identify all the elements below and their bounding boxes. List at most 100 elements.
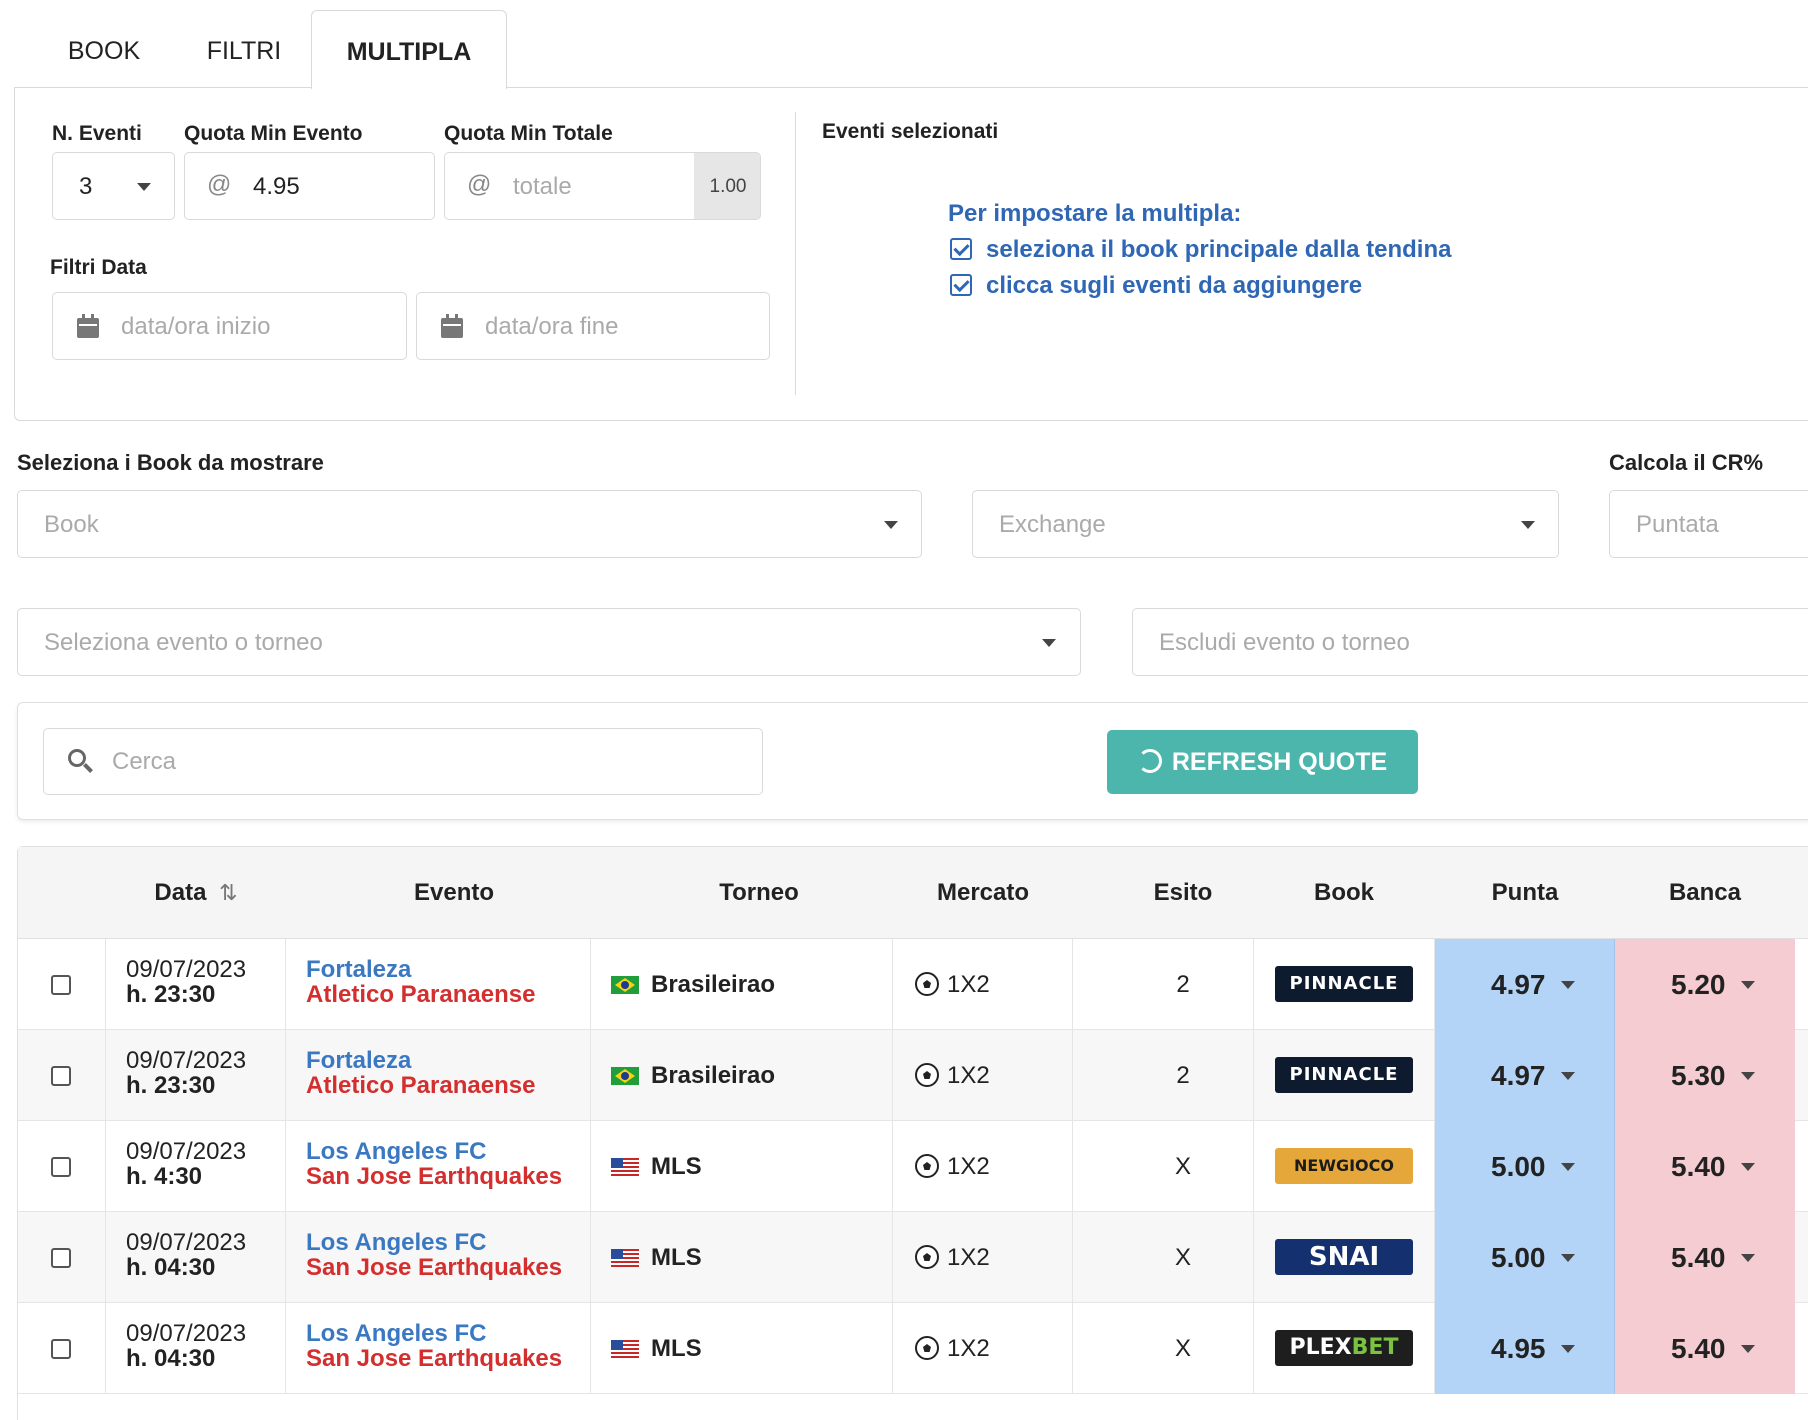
book-select[interactable]: Book <box>17 490 922 558</box>
table-row[interactable]: 09/07/2023 h. 23:30 Fortaleza Atletico Par… <box>18 1030 1808 1121</box>
chevron-down-icon <box>137 183 151 191</box>
col-header-mercato: Mercato <box>936 879 1030 906</box>
data-inizio-input[interactable]: data/ora inizio <box>52 292 407 360</box>
date-text: 09/07/2023 <box>126 1047 247 1074</box>
chevron-down-icon[interactable] <box>1741 1254 1755 1262</box>
date-text: 09/07/2023 <box>126 956 247 983</box>
cr-label: Calcola il CR% <box>1609 450 1764 475</box>
sort-icon[interactable]: ⇅ <box>219 847 237 939</box>
punta-odd-cell[interactable]: 5.00 <box>1435 1212 1615 1303</box>
soccer-ball-icon <box>915 1063 939 1087</box>
banca-odd-cell[interactable]: 5.20 <box>1615 939 1795 1030</box>
chevron-down-icon[interactable] <box>1741 1345 1755 1353</box>
flag-icon <box>611 1249 639 1267</box>
puntata-input[interactable]: Puntata <box>1609 490 1808 558</box>
banca-odd: 5.40 <box>1671 1151 1726 1182</box>
hour-text: h. 23:30 <box>126 981 216 1008</box>
col-header-book: Book <box>1314 879 1374 906</box>
punta-odd-cell[interactable]: 4.97 <box>1435 939 1615 1030</box>
tab-book[interactable]: BOOK <box>44 10 164 88</box>
table-row[interactable]: 09/07/2023 h. 23:30 Fortaleza Atletico Par… <box>18 939 1808 1030</box>
chevron-down-icon[interactable] <box>1561 1072 1575 1080</box>
table-row[interactable]: 09/07/2023 h. 4:30 Los Angeles FC San Jose… <box>18 1121 1808 1212</box>
banca-odd-cell[interactable]: 5.40 <box>1615 1121 1795 1212</box>
row-checkbox[interactable] <box>51 1066 71 1086</box>
punta-odd-cell[interactable]: 4.95 <box>1435 1303 1615 1394</box>
chevron-down-icon[interactable] <box>1741 1072 1755 1080</box>
chevron-down-icon[interactable] <box>1561 1254 1575 1262</box>
chevron-down-icon[interactable] <box>1561 1163 1575 1171</box>
chevron-down-icon[interactable] <box>1741 981 1755 989</box>
eventi-selezionati-label: Eventi selezionati <box>822 120 999 143</box>
chevron-down-icon <box>1521 521 1535 529</box>
n-eventi-select[interactable]: 3 <box>52 152 175 220</box>
date-text: 09/07/2023 <box>126 1320 247 1347</box>
odds-table: Data ⇅ Evento Torneo Mercato Esito Book … <box>17 846 1808 1420</box>
search-input[interactable]: Cerca <box>43 728 763 795</box>
home-team: Los Angeles FC <box>306 1138 487 1165</box>
banca-odd-cell[interactable]: 5.40 <box>1615 1303 1795 1394</box>
exchange-select[interactable]: Exchange <box>972 490 1559 558</box>
event-teams[interactable]: Los Angeles FC San Jose Earthquakes <box>306 1321 562 1371</box>
flag-icon <box>611 976 639 994</box>
outcome: 2 <box>1176 971 1190 998</box>
punta-odd: 4.97 <box>1491 1060 1546 1091</box>
panel-divider <box>795 112 796 395</box>
event-exclude-select[interactable]: Escludi evento o torneo <box>1132 608 1808 676</box>
book-logo: PINNACLE <box>1275 966 1413 1002</box>
hour-text: h. 04:30 <box>126 1345 216 1372</box>
at-icon: @ <box>467 171 492 198</box>
tab-multipla[interactable]: MULTIPLA <box>311 10 507 89</box>
col-header-data[interactable]: Data ⇅ <box>106 847 286 939</box>
quota-totale-addon: 1.00 <box>694 153 760 219</box>
event-teams[interactable]: Los Angeles FC San Jose Earthquakes <box>306 1139 562 1189</box>
refresh-quote-button[interactable]: REFRESH QUOTE <box>1107 730 1418 794</box>
quota-min-totale-placeholder: totale <box>513 173 572 200</box>
table-row[interactable]: 09/07/2023 h. 04:30 Los Angeles FC San Jos… <box>18 1303 1808 1394</box>
book-name: NEWGIOCO <box>1294 1156 1394 1175</box>
tournament: Brasileirao <box>611 1030 775 1121</box>
punta-odd-cell[interactable]: 4.97 <box>1435 1030 1615 1121</box>
table-row[interactable]: 09/07/2023 h. 04:30 Los Angeles FC San Jos… <box>18 1212 1808 1303</box>
quota-min-evento-input[interactable]: @ 4.95 <box>184 152 435 220</box>
hour-text: h. 23:30 <box>126 1072 216 1099</box>
away-team: Atletico Paranaense <box>306 1072 536 1099</box>
event-teams[interactable]: Fortaleza Atletico Paranaense <box>306 957 535 1007</box>
tab-filtri[interactable]: FILTRI <box>184 10 304 88</box>
row-checkbox[interactable] <box>51 1339 71 1359</box>
home-team: Fortaleza <box>306 956 412 983</box>
punta-odd-cell[interactable]: 5.00 <box>1435 1121 1615 1212</box>
col-header-banca: Banca <box>1668 879 1742 906</box>
chevron-down-icon[interactable] <box>1561 981 1575 989</box>
flag-icon <box>611 1067 639 1085</box>
info-item-text: clicca sugli eventi da aggiungere <box>986 272 1363 299</box>
data-fine-input[interactable]: data/ora fine <box>416 292 770 360</box>
refresh-label: REFRESH QUOTE <box>1171 748 1388 776</box>
filtri-data-label: Filtri Data <box>50 256 147 279</box>
event-select[interactable]: Seleziona evento o torneo <box>17 608 1081 676</box>
row-checkbox[interactable] <box>51 1248 71 1268</box>
tournament-name: MLS <box>651 1153 702 1180</box>
row-checkbox[interactable] <box>51 1157 71 1177</box>
home-team: Los Angeles FC <box>306 1320 487 1347</box>
punta-odd: 5.00 <box>1491 1242 1546 1273</box>
chevron-down-icon[interactable] <box>1741 1163 1755 1171</box>
soccer-ball-icon <box>915 1154 939 1178</box>
event-date: 09/07/2023 h. 23:30 <box>126 957 246 1007</box>
banca-odd: 5.20 <box>1671 969 1726 1000</box>
quota-min-totale-input[interactable]: @ totale 1.00 <box>444 152 761 220</box>
event-teams[interactable]: Los Angeles FC San Jose Earthquakes <box>306 1230 562 1280</box>
outcome: X <box>1174 1244 1191 1271</box>
outcome: X <box>1174 1335 1191 1362</box>
event-date: 09/07/2023 h. 04:30 <box>126 1230 246 1280</box>
info-title: Per impostare la multipla: <box>948 200 1242 227</box>
row-checkbox[interactable] <box>51 975 71 995</box>
soccer-ball-icon <box>915 1245 939 1269</box>
checkbox-checked-icon <box>950 274 972 296</box>
event-teams[interactable]: Fortaleza Atletico Paranaense <box>306 1048 535 1098</box>
banca-odd-cell[interactable]: 5.40 <box>1615 1212 1795 1303</box>
row-select-cell <box>18 939 106 1030</box>
banca-odd-cell[interactable]: 5.30 <box>1615 1030 1795 1121</box>
chevron-down-icon[interactable] <box>1561 1345 1575 1353</box>
search-placeholder: Cerca <box>112 748 177 775</box>
